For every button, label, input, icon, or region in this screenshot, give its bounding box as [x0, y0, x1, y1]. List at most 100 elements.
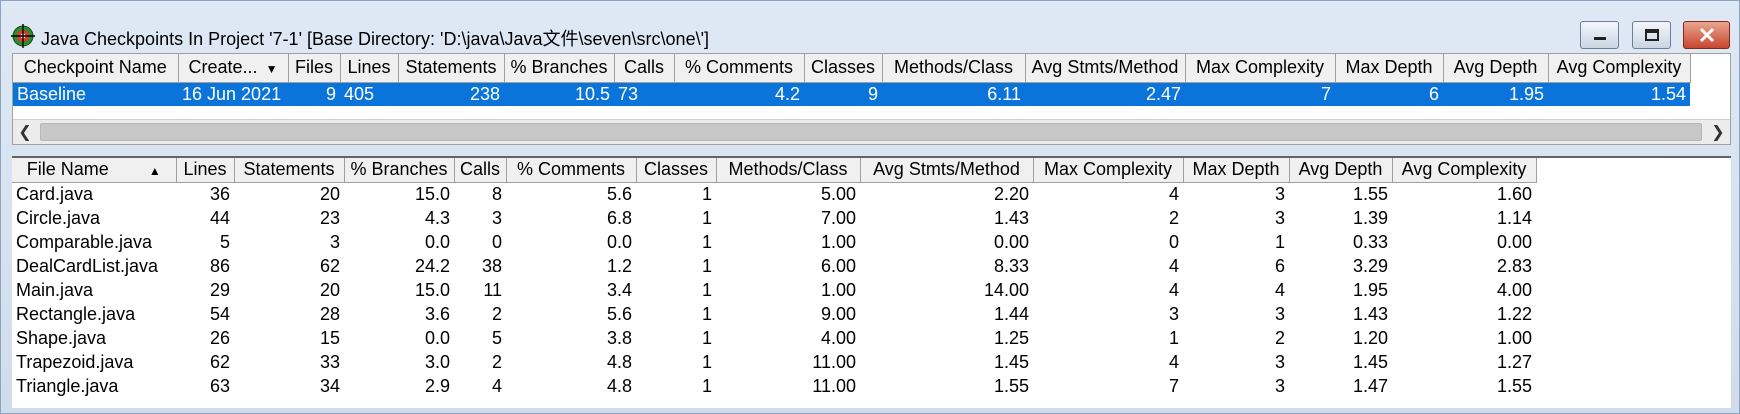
col-branches[interactable]: % Branches [504, 54, 615, 83]
scroll-right-icon[interactable]: ❯ [1706, 120, 1730, 144]
cell-methods-per-class: 6.11 [882, 81, 1025, 107]
target-icon [11, 24, 35, 48]
col-file-avg-complexity[interactable]: Avg Complexity [1392, 158, 1537, 183]
col-max-complexity[interactable]: Max Complexity [1185, 54, 1336, 83]
col-file-lines[interactable]: Lines [176, 158, 235, 183]
cell-calls: 2 [491, 303, 502, 324]
cell-max-complexity: 3 [1168, 303, 1179, 324]
cell-avg-depth: 1.43 [1352, 303, 1388, 324]
checkpoints-table: Checkpoint Name Create... ▼ Files Lines S… [13, 54, 1691, 107]
scroll-thumb[interactable] [40, 123, 1702, 141]
cell-methods-per-class: 1.00 [820, 231, 856, 252]
col-statements[interactable]: Statements [398, 54, 505, 83]
minimize-icon [1593, 37, 1606, 40]
col-avg-depth[interactable]: Avg Depth [1443, 54, 1549, 83]
col-avg-stmts-method[interactable]: Avg Stmts/Method [1025, 54, 1186, 83]
file-row[interactable]: Circle.java 44 23 4.3 3 6.8 1 7.00 1.43 2 3 1.39 1.1… [12, 206, 1536, 230]
col-created[interactable]: Create... ▼ [178, 54, 289, 83]
col-file-calls[interactable]: Calls [454, 158, 507, 183]
col-file-branches[interactable]: % Branches [344, 158, 455, 183]
close-button[interactable] [1683, 21, 1730, 49]
cell-avg-complexity: 2.83 [1496, 255, 1532, 276]
checkpoints-pane: Checkpoint Name Create... ▼ Files Lines S… [12, 53, 1731, 145]
cell-branches: 15.0 [414, 183, 450, 204]
col-file-statements[interactable]: Statements [234, 158, 345, 183]
col-file-avg-depth[interactable]: Avg Depth [1289, 158, 1393, 183]
cell-avg-depth: 1.55 [1352, 183, 1388, 204]
minimize-button[interactable] [1580, 21, 1619, 49]
col-calls[interactable]: Calls [614, 54, 675, 83]
cell-methods-per-class: 7.00 [820, 207, 856, 228]
file-row[interactable]: Main.java 29 20 15.0 11 3.4 1 1.00 14.00 4 4 1.95 4.… [12, 278, 1536, 302]
col-file-name[interactable]: File Name ▲ [12, 158, 177, 183]
scroll-left-icon[interactable]: ❮ [13, 120, 37, 144]
col-comments[interactable]: % Comments [674, 54, 805, 83]
cell-calls: 38 [481, 255, 502, 276]
cell-max-depth: 3 [1274, 375, 1285, 396]
col-file-classes[interactable]: Classes [636, 158, 717, 183]
checkpoint-row-baseline[interactable]: Baseline 16 Jun 2021 9 405 238 10.5 73 4… [13, 81, 1690, 107]
cell-branches: 3.0 [424, 351, 450, 372]
cell-max-complexity: 7 [1168, 375, 1179, 396]
cell-avg-depth: 1.95 [1352, 279, 1388, 300]
cell-max-complexity: 4 [1168, 351, 1179, 372]
file-row[interactable]: Card.java 36 20 15.0 8 5.6 1 5.00 2.20 4 3 1.55 1.60 [12, 182, 1536, 206]
file-row[interactable]: Comparable.java 5 3 0.0 0 0.0 1 1.00 0.00 0 1 0.33 0… [12, 230, 1536, 254]
cell-avg-complexity: 1.54 [1548, 81, 1690, 107]
col-file-max-depth[interactable]: Max Depth [1183, 158, 1290, 183]
cell-max-complexity: 2 [1168, 207, 1179, 228]
cell-avg-complexity: 1.00 [1496, 327, 1532, 348]
cell-max-depth: 3 [1274, 303, 1285, 324]
cell-max-complexity: 1 [1168, 327, 1179, 348]
cell-comments: 3.4 [606, 279, 632, 300]
cell-max-depth: 3 [1274, 183, 1285, 204]
cell-classes: 1 [701, 183, 712, 204]
cell-statements: 20 [319, 183, 340, 204]
cell-calls: 8 [491, 183, 502, 204]
file-row[interactable]: Shape.java 26 15 0.0 5 3.8 1 4.00 1.25 1 2 1.20 1.00 [12, 326, 1536, 350]
cell-branches: 15.0 [414, 279, 450, 300]
cell-file-name: Triangle.java [16, 375, 119, 396]
cell-lines: 29 [209, 279, 230, 300]
col-files[interactable]: Files [288, 54, 341, 83]
col-file-comments[interactable]: % Comments [506, 158, 637, 183]
col-checkpoint-name[interactable]: Checkpoint Name [13, 54, 179, 83]
cell-lines: 62 [209, 351, 230, 372]
cell-avg-stmts-method: 2.47 [1025, 81, 1185, 107]
cell-statements: 238 [398, 81, 504, 107]
col-file-max-complexity[interactable]: Max Complexity [1033, 158, 1184, 183]
col-methods-per-class[interactable]: Methods/Class [882, 54, 1026, 83]
cell-max-complexity: 7 [1185, 81, 1335, 107]
cell-branches: 10.5 [504, 81, 614, 107]
file-row[interactable]: Triangle.java 63 34 2.9 4 4.8 1 11.00 1.55 7 3 1.47… [12, 374, 1536, 398]
cell-avg-stmts-method: 1.55 [993, 375, 1029, 396]
cell-max-complexity: 0 [1168, 231, 1179, 252]
cell-file-name: Trapezoid.java [16, 351, 134, 372]
col-lines[interactable]: Lines [340, 54, 399, 83]
col-avg-complexity[interactable]: Avg Complexity [1548, 54, 1691, 83]
cell-avg-stmts-method: 14.00 [983, 279, 1029, 300]
file-row[interactable]: Trapezoid.java 62 33 3.0 2 4.8 1 11.00 1.45 4 3 1.4… [12, 350, 1536, 374]
cell-avg-complexity: 1.60 [1496, 183, 1532, 204]
cell-methods-per-class: 11.00 [812, 351, 856, 372]
file-row[interactable]: Rectangle.java 54 28 3.6 2 5.6 1 9.00 1.44 3 3 1.43… [12, 302, 1536, 326]
file-row[interactable]: DealCardList.java 86 62 24.2 38 1.2 1 6.00 8.33 4… [12, 254, 1536, 278]
horizontal-scrollbar[interactable]: ❮ ❯ [13, 119, 1730, 144]
col-file-methods-per-class[interactable]: Methods/Class [716, 158, 861, 183]
cell-avg-stmts-method: 1.44 [993, 303, 1029, 324]
cell-max-depth: 1 [1274, 231, 1285, 252]
cell-statements: 28 [319, 303, 340, 324]
cell-calls: 5 [491, 327, 502, 348]
cell-max-complexity: 4 [1168, 255, 1179, 276]
cell-lines: 5 [219, 231, 230, 252]
col-classes[interactable]: Classes [804, 54, 883, 83]
cell-avg-stmts-method: 1.25 [993, 327, 1029, 348]
maximize-button[interactable] [1632, 21, 1671, 49]
cell-comments: 5.6 [606, 303, 632, 324]
files-pane: File Name ▲ Lines Statements % Branches C… [12, 156, 1731, 408]
title-bar[interactable]: Java Checkpoints In Project '7-1' [Base … [1, 1, 1739, 49]
col-file-avg-stmts-method[interactable]: Avg Stmts/Method [860, 158, 1034, 183]
cell-methods-per-class: 11.00 [812, 375, 856, 396]
col-max-depth[interactable]: Max Depth [1335, 54, 1444, 83]
cell-calls: 11 [483, 279, 502, 300]
